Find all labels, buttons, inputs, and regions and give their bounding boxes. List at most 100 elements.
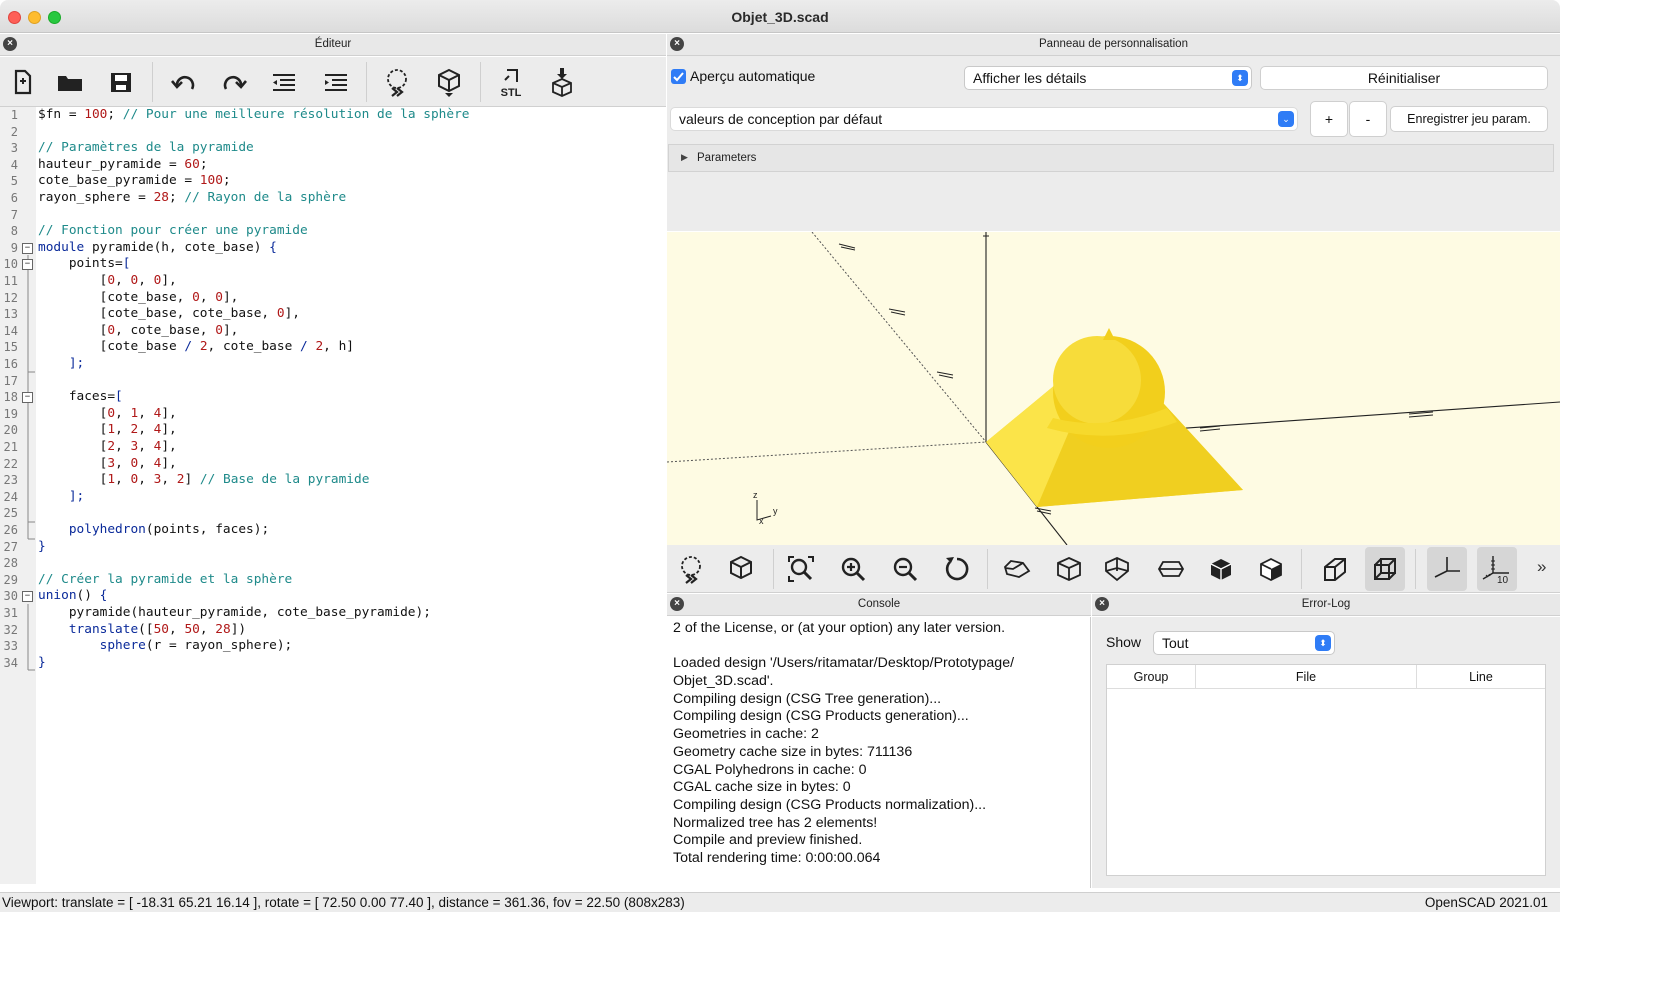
code-token: 50 [184, 621, 200, 637]
svg-text:z: z [753, 490, 758, 500]
errorlog-filter-select[interactable]: Tout ⬍ [1153, 631, 1335, 655]
preview-button[interactable] [377, 60, 417, 104]
code-token: [cote_base, [38, 289, 193, 305]
code-token: // Pour une meilleure résolution de la s… [122, 107, 470, 122]
line-number: 11 [3, 274, 18, 288]
code-token: { [99, 588, 108, 604]
line-number: 28 [3, 556, 18, 571]
column-header-line[interactable]: Line [1417, 665, 1545, 689]
zoom-in-button[interactable] [833, 547, 873, 591]
column-header-group[interactable]: Group [1107, 665, 1196, 689]
code-token: // Rayon de la sphère [184, 190, 347, 205]
send-to-print-button[interactable] [542, 60, 582, 104]
code-token: 28 [153, 190, 169, 205]
view-front-button[interactable] [1201, 547, 1241, 591]
remove-preset-button[interactable]: - [1349, 101, 1387, 137]
code-token: module [38, 239, 85, 255]
code-token: [ [38, 273, 108, 288]
redo-icon [223, 75, 247, 90]
code-text: faces=[ [38, 389, 123, 406]
save-button[interactable] [101, 60, 141, 104]
code-token: , [138, 455, 154, 471]
preview-icon [387, 69, 407, 97]
add-preset-button[interactable]: + [1310, 101, 1348, 137]
code-token: hauteur_pyramide = [38, 156, 185, 172]
column-header-file[interactable]: File [1196, 665, 1417, 689]
disclosure-triangle-icon: ▶ [681, 152, 688, 162]
console-line: Geometry cache size in bytes: 711136 [673, 743, 913, 760]
code-token: 0 [107, 273, 116, 288]
toolbar-overflow-button[interactable]: » [1537, 557, 1546, 577]
parameters-group-header[interactable]: ▶ Parameters [668, 144, 1554, 172]
errorlog-dock-title: Error-Log [1301, 598, 1351, 610]
code-token: ]; [68, 488, 85, 504]
auto-preview-checkbox[interactable] [671, 69, 686, 84]
save-preset-button[interactable]: Enregistrer jeu param. [1390, 106, 1548, 132]
reset-button[interactable]: Réinitialiser [1260, 66, 1548, 90]
code-token: 0 [192, 289, 200, 305]
zoom-out-button[interactable] [885, 547, 925, 591]
preview-button[interactable] [671, 547, 711, 591]
code-token: , [115, 273, 131, 288]
x-axis-negative [667, 441, 987, 463]
undo-button[interactable] [164, 60, 204, 104]
errorlog-table[interactable]: Group File Line [1106, 664, 1546, 876]
fold-toggle-icon[interactable]: − [22, 591, 33, 603]
view-right-button[interactable] [997, 547, 1037, 591]
code-token: , [115, 455, 131, 471]
new-file-icon [14, 69, 32, 95]
export-stl-button[interactable]: STL [491, 60, 531, 104]
console-line: Compiling design (CSG Products normaliza… [673, 796, 987, 813]
y-axis-negative [811, 232, 987, 443]
code-editor[interactable]: 1 $fn = 100; // Pour une meilleure résolu… [0, 107, 666, 884]
indent-button[interactable] [316, 60, 356, 104]
show-axes-button[interactable] [1427, 547, 1467, 591]
view-back-button[interactable] [1251, 547, 1291, 591]
open-file-button[interactable] [50, 60, 90, 104]
view-bottom-button[interactable] [1097, 547, 1137, 591]
render-button[interactable] [429, 60, 469, 104]
console-output[interactable]: 2 of the License, or (at your option) an… [667, 617, 1091, 888]
view-left-button[interactable] [1151, 547, 1191, 591]
code-token: , [115, 422, 131, 438]
toolbar-separator [987, 549, 988, 589]
code-text: $fn = 100; // Pour une meilleure résolut… [38, 107, 469, 124]
console-line: Total rendering time: 0:00:00.064 [673, 849, 881, 866]
line-number: 19 [3, 406, 18, 421]
perspective-button[interactable] [1315, 547, 1355, 591]
unindent-button[interactable] [264, 60, 304, 104]
view-top-button[interactable] [1049, 547, 1089, 591]
editor-toolbar: STL [0, 57, 666, 107]
show-scale-button[interactable]: 10 [1477, 547, 1517, 591]
orthogonal-button[interactable] [1365, 547, 1405, 591]
reset-view-icon [945, 557, 969, 581]
render-button[interactable] [721, 547, 761, 591]
axis-indicator-icon: z y x [753, 490, 778, 526]
stl-label: STL [501, 87, 522, 98]
editor-dock-header: × Éditeur [0, 34, 666, 56]
code-token: ], [161, 439, 177, 454]
line-number: 22 [3, 456, 18, 471]
code-token: , h] [323, 339, 354, 355]
code-token: , [138, 273, 154, 288]
3d-viewport[interactable]: z y x [667, 232, 1560, 545]
preset-select[interactable]: valeurs de conception par défaut ⌄ [670, 107, 1298, 131]
fold-toggle-icon[interactable]: − [22, 242, 33, 254]
details-select[interactable]: Afficher les détails ⬍ [964, 66, 1252, 90]
fold-toggle-icon[interactable]: − [22, 392, 33, 404]
redo-button[interactable] [214, 60, 254, 104]
toolbar-separator [1415, 549, 1416, 589]
line-number: 29 [3, 572, 18, 587]
new-file-button[interactable] [2, 60, 42, 104]
code-token: , [199, 621, 216, 637]
code-token: ; [107, 107, 123, 122]
code-token: , [115, 472, 131, 488]
fold-toggle-icon[interactable]: − [22, 259, 33, 271]
line-number: 21 [3, 440, 18, 454]
line-number: 34 [3, 655, 18, 670]
code-token: ], [161, 273, 177, 288]
view-all-button[interactable] [781, 547, 821, 591]
reset-view-button[interactable] [937, 547, 977, 591]
